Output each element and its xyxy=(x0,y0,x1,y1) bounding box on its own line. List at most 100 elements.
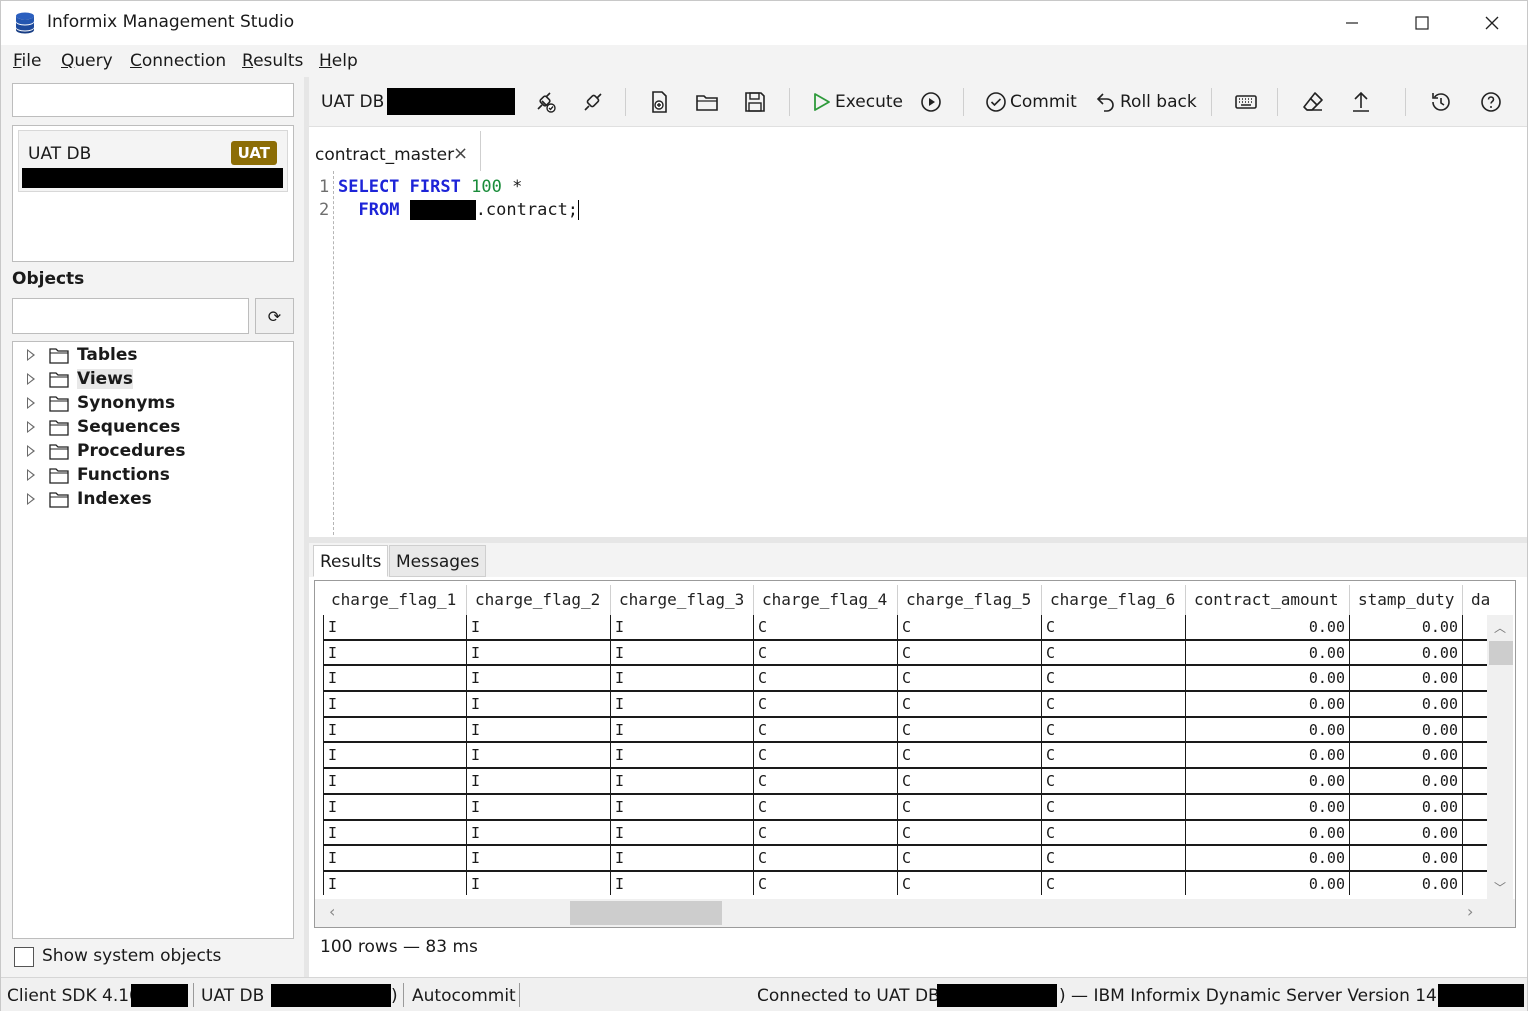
expand-icon[interactable] xyxy=(27,397,35,409)
table-row[interactable]: I I I C C C 0.00 0.00 xyxy=(323,871,1487,895)
table-cell[interactable]: I xyxy=(467,769,611,793)
tab-close-icon[interactable]: × xyxy=(453,143,468,164)
table-cell[interactable]: C xyxy=(1042,717,1186,742)
table-cell[interactable]: I xyxy=(467,692,611,716)
table-cell[interactable]: 0.00 xyxy=(1186,820,1350,845)
table-cell[interactable]: 0.00 xyxy=(1350,692,1463,716)
table-cell[interactable]: I xyxy=(323,871,467,895)
table-row[interactable]: I I I C C C 0.00 0.00 xyxy=(323,666,1487,693)
scroll-up-icon[interactable]: ︿ xyxy=(1494,619,1506,636)
scroll-down-icon[interactable]: ﹀ xyxy=(1494,879,1506,896)
execute-button[interactable]: Execute xyxy=(809,77,909,127)
tab-messages[interactable]: Messages xyxy=(389,545,487,577)
tree-item-views[interactable]: Views xyxy=(13,368,293,392)
history-icon[interactable] xyxy=(1429,90,1453,114)
table-cell[interactable]: 0.00 xyxy=(1186,769,1350,793)
table-cell[interactable]: C xyxy=(754,717,898,742)
table-cell[interactable]: I xyxy=(611,769,754,793)
minimize-button[interactable] xyxy=(1317,1,1387,45)
table-cell[interactable]: I xyxy=(611,717,754,742)
table-cell[interactable]: C xyxy=(898,666,1042,691)
table-cell[interactable]: I xyxy=(467,794,611,819)
table-cell[interactable]: C xyxy=(898,743,1042,768)
table-cell[interactable]: 0.00 xyxy=(1350,820,1463,845)
help-icon[interactable] xyxy=(1479,90,1503,114)
eraser-icon[interactable] xyxy=(1301,90,1325,114)
execute-step-icon[interactable] xyxy=(919,90,943,114)
table-cell[interactable]: C xyxy=(898,717,1042,742)
table-cell[interactable]: 0.00 xyxy=(1186,743,1350,768)
table-cell[interactable]: 0.00 xyxy=(1186,640,1350,665)
scroll-left-icon[interactable]: ‹ xyxy=(329,902,335,921)
table-cell[interactable]: I xyxy=(467,743,611,768)
table-cell[interactable]: I xyxy=(467,846,611,870)
table-cell[interactable]: I xyxy=(323,846,467,870)
table-cell[interactable]: I xyxy=(323,820,467,845)
column-header[interactable]: charge_flag_2 xyxy=(467,585,611,615)
tree-item-tables[interactable]: Tables xyxy=(13,344,293,368)
tree-item-procedures[interactable]: Procedures xyxy=(13,440,293,464)
table-row[interactable]: I I I C C C 0.00 0.00 xyxy=(323,820,1487,847)
status-autocommit[interactable]: Autocommit xyxy=(412,986,516,1006)
sql-editor[interactable]: 1 2 SELECT FIRST 100 * FROM .contract; xyxy=(309,171,1527,537)
table-cell[interactable]: I xyxy=(323,640,467,665)
table-cell[interactable]: I xyxy=(611,640,754,665)
table-cell[interactable]: C xyxy=(754,820,898,845)
table-cell[interactable]: I xyxy=(467,666,611,691)
column-header[interactable]: da xyxy=(1463,585,1493,615)
table-cell[interactable]: I xyxy=(611,692,754,716)
table-cell[interactable]: 0.00 xyxy=(1350,743,1463,768)
connection-search-input[interactable] xyxy=(12,83,294,117)
table-cell[interactable]: C xyxy=(898,769,1042,793)
close-button[interactable] xyxy=(1457,1,1527,45)
table-row[interactable]: I I I C C C 0.00 0.00 xyxy=(323,794,1487,821)
table-cell[interactable]: C xyxy=(1042,615,1186,639)
scroll-thumb[interactable] xyxy=(1489,641,1513,665)
table-cell[interactable]: C xyxy=(1042,871,1186,895)
table-cell[interactable]: C xyxy=(898,871,1042,895)
keyboard-icon[interactable] xyxy=(1234,90,1258,114)
table-cell[interactable]: 0.00 xyxy=(1186,871,1350,895)
table-cell[interactable]: 0.00 xyxy=(1350,615,1463,639)
tree-item-indexes[interactable]: Indexes xyxy=(13,488,293,512)
table-cell[interactable]: C xyxy=(1042,640,1186,665)
table-cell[interactable]: I xyxy=(323,692,467,716)
tree-item-functions[interactable]: Functions xyxy=(13,464,293,488)
table-cell[interactable]: C xyxy=(898,820,1042,845)
table-cell[interactable]: 0.00 xyxy=(1350,846,1463,870)
table-cell[interactable]: I xyxy=(323,794,467,819)
table-row[interactable]: I I I C C C 0.00 0.00 xyxy=(323,640,1487,667)
table-cell[interactable]: C xyxy=(898,615,1042,639)
table-cell[interactable]: C xyxy=(754,769,898,793)
tab-contract-master[interactable]: contract_master × xyxy=(309,131,481,171)
menu-query[interactable]: Query xyxy=(61,51,113,71)
rollback-button[interactable]: Roll back xyxy=(1094,77,1204,127)
table-cell[interactable]: C xyxy=(1042,846,1186,870)
expand-icon[interactable] xyxy=(27,373,35,385)
table-cell[interactable]: 0.00 xyxy=(1186,846,1350,870)
export-icon[interactable] xyxy=(1349,90,1373,114)
table-cell[interactable]: I xyxy=(323,717,467,742)
table-cell[interactable]: C xyxy=(1042,820,1186,845)
table-cell[interactable]: C xyxy=(754,794,898,819)
table-cell[interactable]: C xyxy=(754,615,898,639)
table-cell[interactable]: C xyxy=(754,692,898,716)
table-cell[interactable]: I xyxy=(467,615,611,639)
table-cell[interactable]: I xyxy=(611,794,754,819)
table-cell[interactable]: C xyxy=(754,640,898,665)
table-row[interactable]: I I I C C C 0.00 0.00 xyxy=(323,846,1487,872)
menu-results[interactable]: Results xyxy=(242,51,303,71)
table-cell[interactable]: C xyxy=(1042,769,1186,793)
table-row[interactable]: I I I C C C 0.00 0.00 xyxy=(323,743,1487,770)
commit-button[interactable]: Commit xyxy=(984,77,1084,127)
show-system-objects-checkbox[interactable] xyxy=(14,947,34,967)
object-search-input[interactable] xyxy=(12,298,249,334)
disconnect-icon[interactable] xyxy=(533,90,557,114)
menu-help[interactable]: Help xyxy=(319,51,358,71)
table-cell[interactable]: I xyxy=(323,743,467,768)
table-cell[interactable]: C xyxy=(898,640,1042,665)
table-cell[interactable]: I xyxy=(611,666,754,691)
table-cell[interactable]: 0.00 xyxy=(1350,717,1463,742)
column-header[interactable]: charge_flag_3 xyxy=(611,585,754,615)
expand-icon[interactable] xyxy=(27,349,35,361)
